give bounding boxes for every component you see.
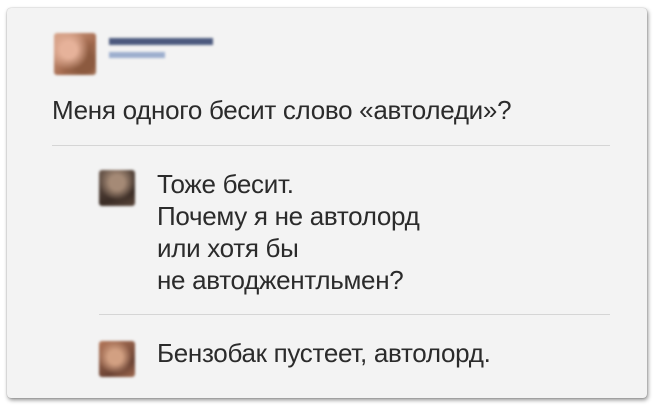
author-avatar-icon[interactable] — [54, 33, 96, 75]
reply-line: Бензобак пустеет, автолорд. — [157, 338, 491, 368]
reply-line: не автоджентльмен? — [157, 265, 404, 295]
author-name-blurred[interactable] — [109, 38, 213, 45]
author-info-blurred — [109, 38, 219, 68]
reply-avatar-icon[interactable] — [99, 170, 135, 206]
post-timestamp-blurred[interactable] — [109, 52, 165, 58]
social-post-card: Меня одного бесит слово «автоледи»? Тоже… — [7, 8, 647, 398]
reply-line: Почему я не автолорд — [157, 201, 420, 231]
reply-text: Тоже бесит. Почему я не автолорд или хот… — [157, 168, 420, 296]
divider — [99, 314, 610, 315]
post-text: Меня одного бесит слово «автоледи»? — [52, 95, 512, 125]
reply-line: или хотя бы — [157, 233, 299, 263]
reply-avatar-icon[interactable] — [99, 341, 135, 377]
reply-line: Тоже бесит. — [157, 169, 294, 199]
reply-text: Бензобак пустеет, автолорд. — [157, 337, 491, 369]
divider — [52, 145, 610, 146]
